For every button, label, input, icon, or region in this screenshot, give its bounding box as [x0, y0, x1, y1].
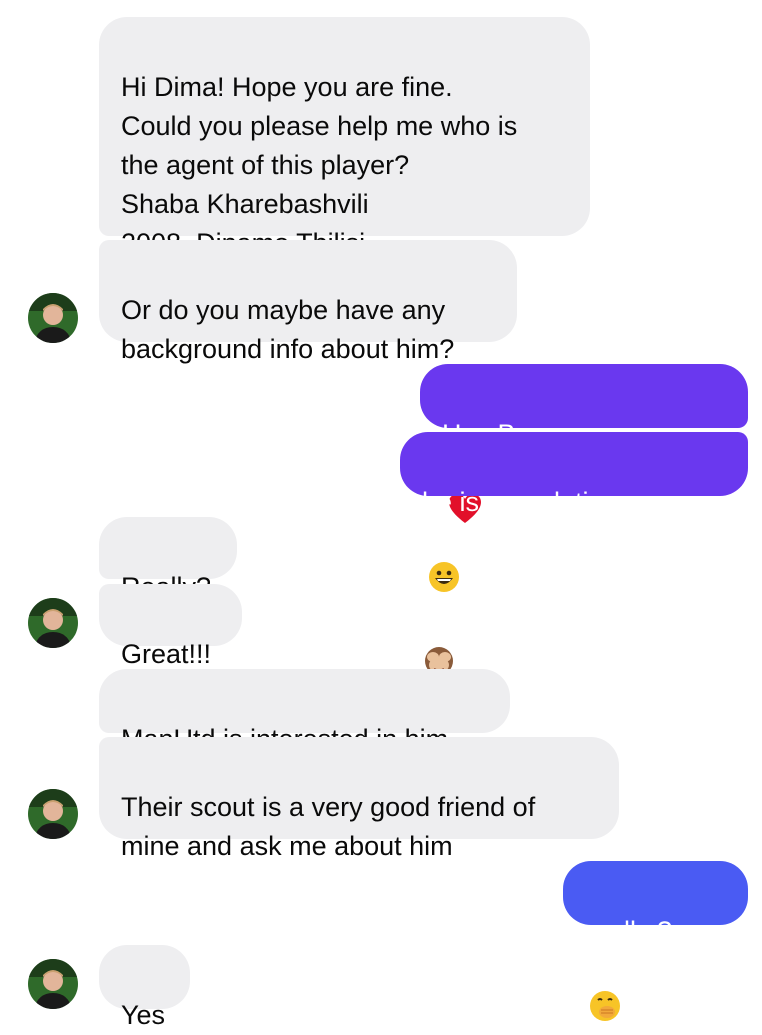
message-text: Their scout is a very good friend of min…	[121, 792, 536, 861]
message-text: Great!!!	[121, 639, 212, 669]
contact-avatar[interactable]	[28, 293, 78, 343]
message-incoming[interactable]: ManUtd is interested in him	[99, 669, 510, 754]
message-text: he is my relative	[422, 487, 618, 517]
message-incoming[interactable]: Great!!!	[99, 584, 242, 669]
chat-screen: { "colors": { "incoming_bubble": "#eeeef…	[0, 0, 762, 1030]
message-incoming[interactable]: Their scout is a very good friend of min…	[99, 737, 619, 861]
message-incoming[interactable]: Hi Dima! Hope you are fine. Could you pl…	[99, 17, 590, 258]
message-incoming[interactable]: Really?	[99, 517, 237, 602]
message-text: Hi Dima! Hope you are fine. Could you pl…	[121, 72, 518, 258]
message-outgoing[interactable]: he is my relative	[400, 432, 748, 675]
message-text: really ?	[585, 916, 673, 946]
message-outgoing[interactable]: really ?	[563, 861, 748, 1021]
message-text: Or do you maybe have any background info…	[121, 295, 455, 364]
contact-avatar[interactable]	[28, 959, 78, 1009]
message-outgoing[interactable]: Hey Bro how r u ?	[420, 364, 748, 570]
contact-avatar[interactable]	[28, 789, 78, 839]
face-with-hand-over-mouth-icon	[589, 951, 621, 1033]
message-text: Yes	[121, 1000, 166, 1030]
contact-avatar[interactable]	[28, 598, 78, 648]
message-incoming[interactable]: Or do you maybe have any background info…	[99, 240, 517, 364]
grinning-face-icon	[428, 522, 460, 604]
message-incoming[interactable]: Yes	[99, 945, 190, 1030]
